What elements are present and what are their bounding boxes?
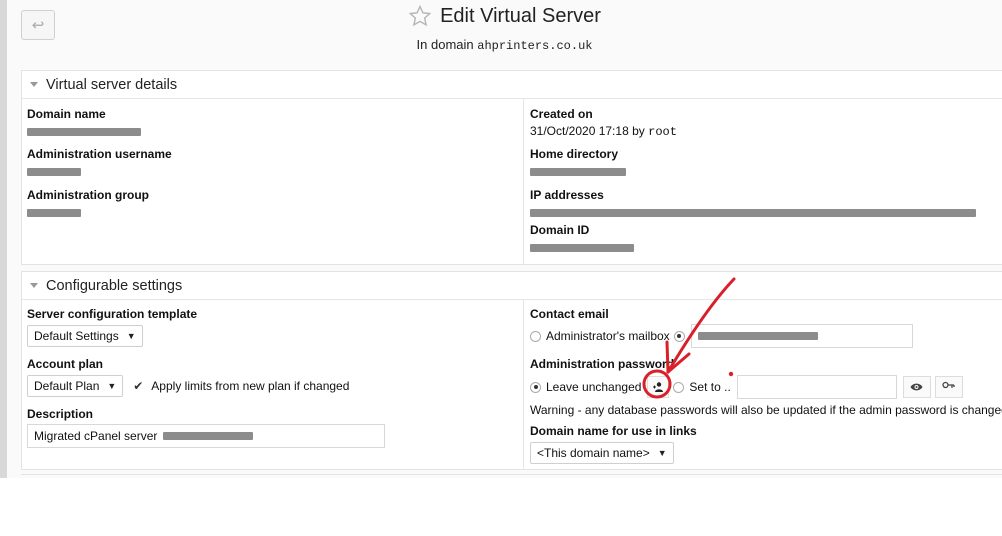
created-by-prefix: by	[632, 124, 645, 138]
contact-email-field: Contact email Administrator's mailbox	[530, 307, 913, 348]
password-set-label: Set to ..	[689, 380, 731, 394]
checkmark-icon: ✔	[133, 379, 144, 393]
show-password-button[interactable]	[902, 376, 931, 398]
subtitle-domain: ahprinters.co.uk	[477, 39, 593, 53]
template-label: Server configuration template	[27, 307, 198, 321]
password-set-radio[interactable]	[673, 381, 685, 393]
domain-name-label: Domain name	[27, 107, 106, 121]
collapse-caret-icon	[30, 283, 38, 288]
password-warning: Warning - any database passwords will al…	[530, 403, 1002, 417]
subtitle-prefix: In domain	[416, 37, 474, 52]
contact-email-label: Contact email	[530, 307, 609, 321]
created-on-value: 31/Oct/2020 17:18	[530, 124, 629, 138]
ip-addresses-label: IP addresses	[530, 188, 604, 202]
apply-limits-label: Apply limits from new plan if changed	[151, 379, 350, 393]
description-input[interactable]: Migrated cPanel server	[27, 424, 385, 448]
account-plan-select[interactable]: Default Plan ▼	[27, 375, 124, 397]
configurable-settings-panel: Configurable settings Server configurati…	[21, 271, 1002, 470]
settings-panel-toggle[interactable]: Configurable settings	[22, 272, 1002, 300]
links-domain-field: Domain name for use in links <This domai…	[530, 424, 697, 464]
admin-username-redacted	[27, 167, 81, 176]
collapse-caret-icon	[30, 82, 38, 87]
domain-name-field: Domain name	[27, 107, 141, 138]
home-directory-field: Home directory	[530, 147, 626, 178]
description-label: Description	[27, 407, 94, 421]
key-icon	[942, 381, 955, 389]
description-field: Description Migrated cPanel server	[27, 407, 385, 448]
admin-password-label: Administration password	[530, 357, 675, 371]
settings-panel-heading: Configurable settings	[46, 277, 183, 294]
template-select-value: Default Settings	[34, 329, 119, 343]
admin-username-field: Administration username	[27, 147, 172, 178]
home-directory-label: Home directory	[530, 147, 619, 161]
eye-icon	[910, 383, 923, 391]
home-directory-redacted	[530, 167, 626, 176]
description-input-value: Migrated cPanel server	[34, 429, 158, 443]
created-on-field: Created on 31/Oct/2020 17:18 by root	[530, 107, 677, 139]
account-plan-select-value: Default Plan	[34, 379, 100, 393]
created-on-label: Created on	[530, 107, 593, 121]
settings-left-column: Server configuration template Default Se…	[22, 300, 524, 470]
details-left-column: Domain name Administration username Admi…	[22, 99, 524, 265]
details-right-column: Created on 31/Oct/2020 17:18 by root Hom…	[524, 99, 1002, 265]
contact-email-mailbox-label: Administrator's mailbox	[546, 329, 670, 343]
admin-password-field: Administration password Leave unchanged	[530, 357, 1002, 417]
account-plan-label: Account plan	[27, 357, 104, 371]
admin-group-redacted	[27, 208, 81, 217]
links-domain-select-value: <This domain name>	[537, 446, 650, 460]
page-header: Edit Virtual Server In domain ahprinters…	[7, 4, 1002, 53]
contact-email-custom-radio[interactable]	[673, 330, 685, 342]
template-field: Server configuration template Default Se…	[27, 307, 197, 347]
domain-id-field: Domain ID	[530, 223, 634, 254]
admin-username-label: Administration username	[27, 147, 172, 161]
page-title: Edit Virtual Server	[440, 4, 601, 27]
details-panel-heading: Virtual server details	[46, 76, 178, 93]
chevron-down-icon: ▼	[657, 448, 667, 458]
ip-addresses-field: IP addresses	[530, 188, 976, 219]
apply-limits-checkbox[interactable]: ✔ Apply limits from new plan if changed	[133, 379, 349, 393]
contact-email-mailbox-radio[interactable]	[530, 330, 541, 342]
new-password-input[interactable]	[736, 375, 897, 399]
ip-addresses-redacted	[530, 208, 976, 217]
description-redacted	[163, 432, 254, 440]
template-select[interactable]: Default Settings ▼	[27, 325, 143, 347]
admin-group-field: Administration group	[27, 188, 149, 219]
page-subtitle: In domain ahprinters.co.uk	[7, 37, 1002, 53]
links-domain-select[interactable]: <This domain name> ▼	[530, 442, 674, 464]
password-unchanged-label: Leave unchanged	[546, 380, 642, 394]
domain-name-redacted	[27, 127, 141, 136]
generate-password-button[interactable]	[934, 376, 963, 398]
user-add-icon	[653, 382, 664, 392]
favorite-star-icon[interactable]	[408, 4, 432, 28]
settings-right-column: Contact email Administrator's mailbox Ad…	[524, 300, 1002, 470]
contact-email-input[interactable]	[690, 324, 913, 348]
details-panel-toggle[interactable]: Virtual server details	[22, 71, 1002, 99]
admin-group-label: Administration group	[27, 188, 149, 202]
contact-email-redacted	[697, 332, 818, 340]
chevron-down-icon: ▼	[107, 381, 117, 391]
created-by-user: root	[648, 125, 677, 139]
next-panel-edge	[21, 474, 1002, 475]
show-user-button[interactable]	[647, 376, 670, 398]
links-domain-label: Domain name for use in links	[530, 424, 697, 438]
page-background: ↩ Edit Virtual Server In domain ahprinte…	[0, 0, 1002, 478]
domain-id-redacted	[530, 243, 634, 252]
chevron-down-icon: ▼	[126, 331, 136, 341]
domain-id-label: Domain ID	[530, 223, 590, 237]
password-unchanged-radio[interactable]	[530, 381, 541, 393]
account-plan-field: Account plan Default Plan ▼ ✔ Apply limi…	[27, 357, 349, 397]
virtual-server-details-panel: Virtual server details Domain name Admin…	[21, 70, 1002, 265]
